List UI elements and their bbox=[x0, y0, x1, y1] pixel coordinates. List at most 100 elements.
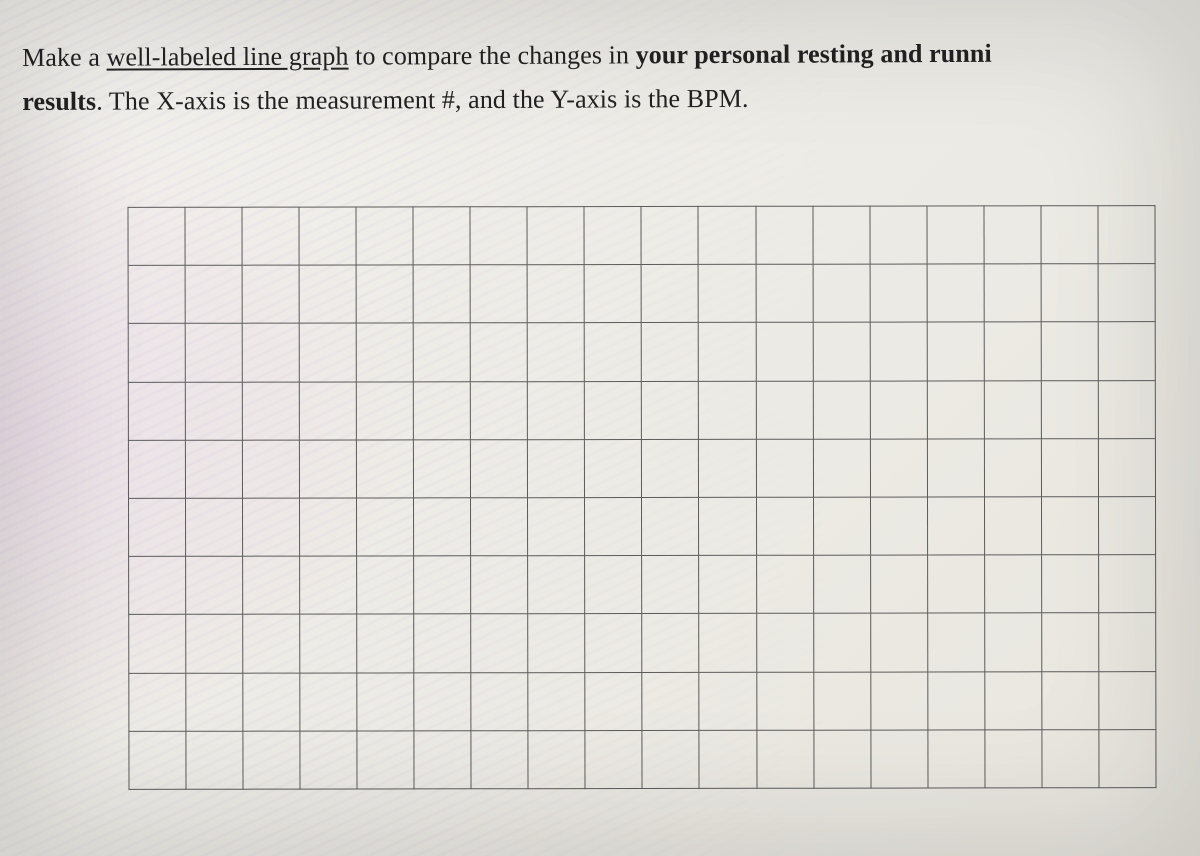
grid-cell bbox=[756, 264, 813, 322]
blank-graph-grid bbox=[127, 205, 1156, 790]
instruction-text: Make a well-labeled line graph to compar… bbox=[22, 33, 1200, 123]
grid-cell bbox=[699, 497, 756, 555]
grid-cell bbox=[927, 555, 984, 613]
grid-cell bbox=[471, 672, 528, 730]
grid-cell bbox=[185, 440, 242, 498]
grid-cell bbox=[642, 265, 699, 323]
grid-cell bbox=[471, 614, 528, 672]
grid-cell bbox=[299, 207, 356, 265]
grid-cell bbox=[471, 730, 528, 788]
grid-cell bbox=[356, 207, 413, 265]
grid-cell bbox=[527, 265, 584, 323]
grid-cell bbox=[414, 730, 471, 788]
grid-cell bbox=[870, 555, 927, 613]
grid-cell bbox=[528, 439, 585, 497]
grid-cell bbox=[756, 555, 813, 613]
grid-cell bbox=[1041, 613, 1098, 671]
grid-cell bbox=[242, 440, 299, 498]
grid-cell bbox=[471, 556, 528, 614]
grid-cell bbox=[585, 556, 642, 614]
grid-cell bbox=[870, 381, 927, 439]
instr-bold1: your personal resting and runni bbox=[636, 39, 992, 70]
grid-cell bbox=[1098, 206, 1155, 264]
grid-cell bbox=[1098, 380, 1155, 438]
grid-cell bbox=[927, 613, 984, 671]
grid-cell bbox=[813, 497, 870, 555]
grid-cell bbox=[756, 730, 813, 788]
grid-cell bbox=[985, 671, 1042, 729]
grid-cell bbox=[243, 498, 300, 556]
grid-cell bbox=[699, 323, 756, 381]
grid-cell bbox=[1041, 497, 1098, 555]
grid-cell bbox=[1098, 555, 1155, 613]
grid-cell bbox=[813, 381, 870, 439]
grid-cell bbox=[927, 439, 984, 497]
grid-cell bbox=[642, 323, 699, 381]
grid-cell bbox=[300, 498, 357, 556]
grid-cell bbox=[699, 614, 756, 672]
grid-cell bbox=[243, 673, 300, 731]
grid-cell bbox=[756, 497, 813, 555]
grid-cell bbox=[300, 731, 357, 789]
grid-cell bbox=[984, 380, 1041, 438]
grid-cell bbox=[928, 730, 985, 788]
grid-cell bbox=[927, 380, 984, 438]
grid-cell bbox=[243, 731, 300, 789]
grid-cell bbox=[186, 615, 243, 673]
grid-cell bbox=[356, 323, 413, 381]
grid-cell bbox=[1041, 322, 1098, 380]
grid-cell bbox=[984, 264, 1041, 322]
grid-cell bbox=[414, 440, 471, 498]
grid-cell bbox=[585, 614, 642, 672]
grid-cell bbox=[186, 731, 243, 789]
grid-cell bbox=[129, 615, 186, 673]
grid-cell bbox=[357, 440, 414, 498]
grid-cell bbox=[699, 672, 756, 730]
grid-cell bbox=[299, 323, 356, 381]
grid-cell bbox=[300, 440, 357, 498]
grid-cell bbox=[300, 672, 357, 730]
grid-cell bbox=[129, 731, 186, 789]
grid-cell bbox=[471, 381, 528, 439]
grid-cell bbox=[870, 497, 927, 555]
grid-cell bbox=[414, 381, 471, 439]
grid-cell bbox=[185, 324, 242, 382]
grid-cell bbox=[585, 497, 642, 555]
grid-cell bbox=[185, 265, 242, 323]
grid-cell bbox=[699, 264, 756, 322]
grid-cell bbox=[528, 381, 585, 439]
grid-cell bbox=[413, 265, 470, 323]
grid-cell bbox=[699, 555, 756, 613]
grid-cell bbox=[129, 673, 186, 731]
grid-cell bbox=[414, 498, 471, 556]
grid-cell bbox=[414, 672, 471, 730]
instr-prefix: Make a bbox=[22, 43, 107, 72]
grid-cell bbox=[642, 439, 699, 497]
grid-cell bbox=[242, 323, 299, 381]
grid-cell bbox=[984, 497, 1041, 555]
grid-cell bbox=[413, 323, 470, 381]
grid-cell bbox=[642, 381, 699, 439]
grid-cell bbox=[927, 497, 984, 555]
grid-cell bbox=[984, 613, 1041, 671]
grid-cell bbox=[414, 614, 471, 672]
instr-line2-bold: results bbox=[22, 87, 96, 116]
grid-cell bbox=[756, 439, 813, 497]
grid-cell bbox=[470, 323, 527, 381]
grid-cell bbox=[470, 207, 527, 265]
grid-cell bbox=[985, 729, 1042, 787]
grid-cell bbox=[813, 730, 870, 788]
grid-cell bbox=[128, 265, 185, 323]
grid-cell bbox=[699, 439, 756, 497]
grid-cell bbox=[813, 613, 870, 671]
grid-cell bbox=[585, 323, 642, 381]
grid-cell bbox=[414, 556, 471, 614]
grid-cell bbox=[242, 265, 299, 323]
grid-cell bbox=[300, 556, 357, 614]
grid-cell bbox=[699, 381, 756, 439]
grid-cell bbox=[1098, 322, 1155, 380]
grid-cell bbox=[756, 381, 813, 439]
grid-cell bbox=[528, 672, 585, 730]
grid-cell bbox=[756, 323, 813, 381]
grid-cell bbox=[984, 206, 1041, 264]
